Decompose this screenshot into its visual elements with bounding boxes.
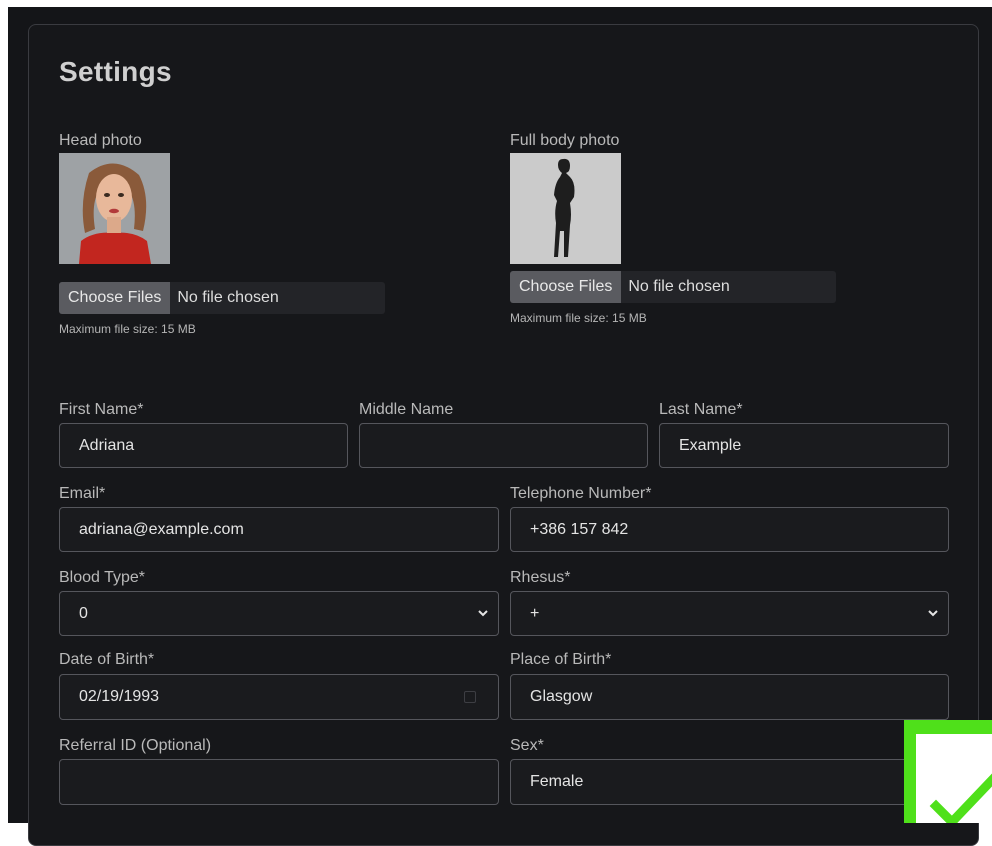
page-title: Settings — [59, 56, 172, 87]
first-name-input[interactable]: Adriana — [59, 423, 348, 468]
blood-type-value: 0 — [79, 604, 88, 622]
sex-label: Sex* — [510, 737, 544, 754]
body-photo-choose-button[interactable]: Choose Files — [510, 271, 622, 303]
head-photo-file-input[interactable]: Choose Files No file chosen — [59, 282, 385, 314]
head-photo-file-status: No file chosen — [177, 289, 279, 306]
date-of-birth-input[interactable]: 02/19/1993 — [59, 674, 499, 720]
head-photo-label: Head photo — [59, 132, 142, 149]
last-name-label: Last Name* — [659, 401, 743, 418]
last-name-input[interactable]: Example — [659, 423, 949, 468]
body-photo-image — [510, 153, 621, 264]
telephone-input[interactable]: +386 157 842 — [510, 507, 949, 552]
chevron-down-icon — [928, 610, 938, 617]
referral-id-label: Referral ID (Optional) — [59, 737, 212, 754]
date-of-birth-value: 02/19/1993 — [79, 688, 160, 705]
middle-name-input[interactable] — [359, 423, 648, 468]
email-input[interactable]: adriana@example.com — [59, 507, 499, 552]
body-photo-file-status: No file chosen — [628, 278, 730, 295]
calendar-icon[interactable] — [464, 691, 476, 703]
telephone-label: Telephone Number* — [510, 485, 652, 502]
body-photo-hint: Maximum file size: 15 MB — [510, 311, 647, 325]
place-of-birth-input[interactable]: Glasgow — [510, 674, 949, 720]
checkmark-icon — [929, 773, 992, 829]
date-of-birth-label: Date of Birth* — [59, 651, 155, 668]
rhesus-value: + — [530, 604, 540, 622]
silhouette-icon — [510, 153, 621, 264]
place-of-birth-label: Place of Birth* — [510, 651, 612, 668]
head-photo-hint: Maximum file size: 15 MB — [59, 322, 196, 336]
body-photo-label: Full body photo — [510, 132, 620, 149]
sex-select[interactable]: Female — [510, 759, 949, 805]
blood-type-label: Blood Type* — [59, 569, 145, 586]
first-name-label: First Name* — [59, 401, 144, 418]
chevron-down-icon — [478, 610, 488, 617]
email-label: Email* — [59, 485, 106, 502]
head-photo-image — [59, 153, 170, 264]
rhesus-select[interactable]: + — [510, 591, 949, 636]
rhesus-label: Rhesus* — [510, 569, 571, 586]
head-photo-choose-button[interactable]: Choose Files — [59, 282, 171, 314]
checkmark-badge — [904, 720, 992, 829]
sex-value: Female — [530, 773, 584, 790]
blood-type-select[interactable]: 0 — [59, 591, 499, 636]
referral-id-input[interactable] — [59, 759, 499, 805]
middle-name-label: Middle Name — [359, 401, 454, 418]
body-photo-file-input[interactable]: Choose Files No file chosen — [510, 271, 836, 303]
